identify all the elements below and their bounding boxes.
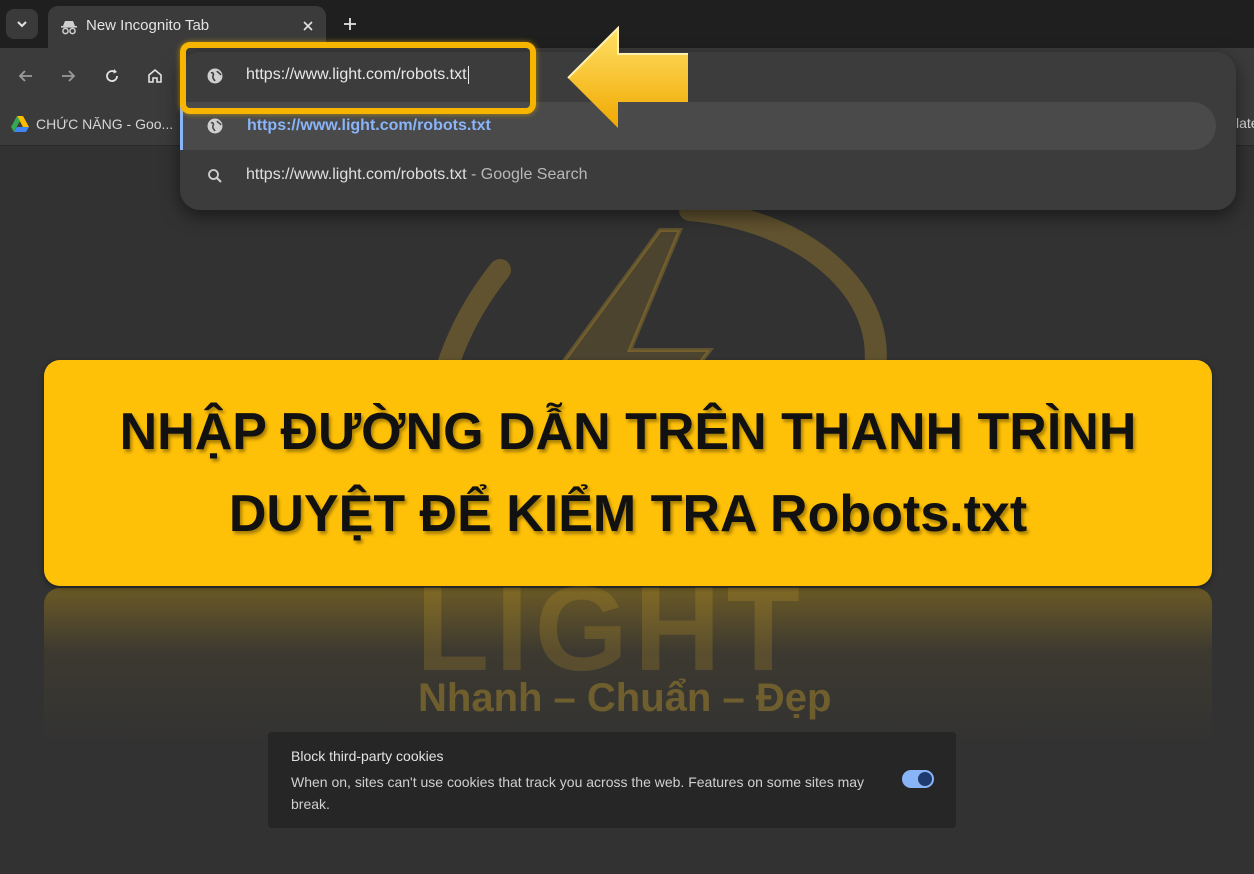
back-button[interactable] <box>12 62 40 90</box>
close-icon <box>303 21 313 31</box>
suggestion-search[interactable]: https://www.light.com/robots.txt - Googl… <box>180 152 1236 200</box>
suggestion-text: https://www.light.com/robots.txt <box>246 166 467 183</box>
tab-title: New Incognito Tab <box>86 17 210 34</box>
arrow-left-icon <box>18 70 32 82</box>
cookie-title: Block third-party cookies <box>291 748 444 764</box>
suggestion-subtext: - Google Search <box>466 166 588 183</box>
instruction-banner: NHẬP ĐƯỜNG DẪN TRÊN THANH TRÌNH DUYỆT ĐỂ… <box>44 360 1212 586</box>
incognito-icon <box>61 21 77 35</box>
block-cookies-toggle[interactable] <box>902 770 934 788</box>
tab-close-button[interactable] <box>298 16 318 36</box>
banner-line-1: NHẬP ĐƯỜNG DẪN TRÊN THANH TRÌNH <box>119 403 1137 461</box>
reload-button[interactable] <box>98 62 126 90</box>
plus-icon <box>344 18 356 30</box>
banner-line-2: DUYỆT ĐỂ KIỂM TRA Robots.txt <box>228 485 1028 543</box>
bookmark-label: CHỨC NĂNG - Goo... <box>36 116 174 132</box>
forward-button[interactable] <box>54 62 82 90</box>
globe-icon <box>207 118 223 134</box>
arrow-left-icon <box>567 26 688 128</box>
new-tab-button[interactable] <box>338 12 362 36</box>
cookie-settings-card: Block third-party cookies When on, sites… <box>268 732 956 828</box>
home-button[interactable] <box>141 62 169 90</box>
google-drive-icon <box>11 116 29 132</box>
reload-icon <box>106 69 118 82</box>
toggle-knob <box>918 772 932 786</box>
cookie-description: When on, sites can't use cookies that tr… <box>291 774 865 812</box>
watermark-tagline: Nhanh – Chuẩn – Đẹp <box>418 676 832 720</box>
suggestion-text: https://www.light.com/robots.txt <box>247 117 491 134</box>
url-highlight-box <box>180 42 536 114</box>
chevron-down-icon <box>17 21 27 28</box>
bookmark-item[interactable]: CHỨC NĂNG - Goo... <box>10 112 173 136</box>
tab-search-button[interactable] <box>6 9 38 39</box>
home-icon <box>148 68 162 83</box>
search-icon <box>208 169 222 183</box>
arrow-right-icon <box>62 70 76 82</box>
bookmark-label-partial[interactable]: late <box>1236 115 1254 131</box>
